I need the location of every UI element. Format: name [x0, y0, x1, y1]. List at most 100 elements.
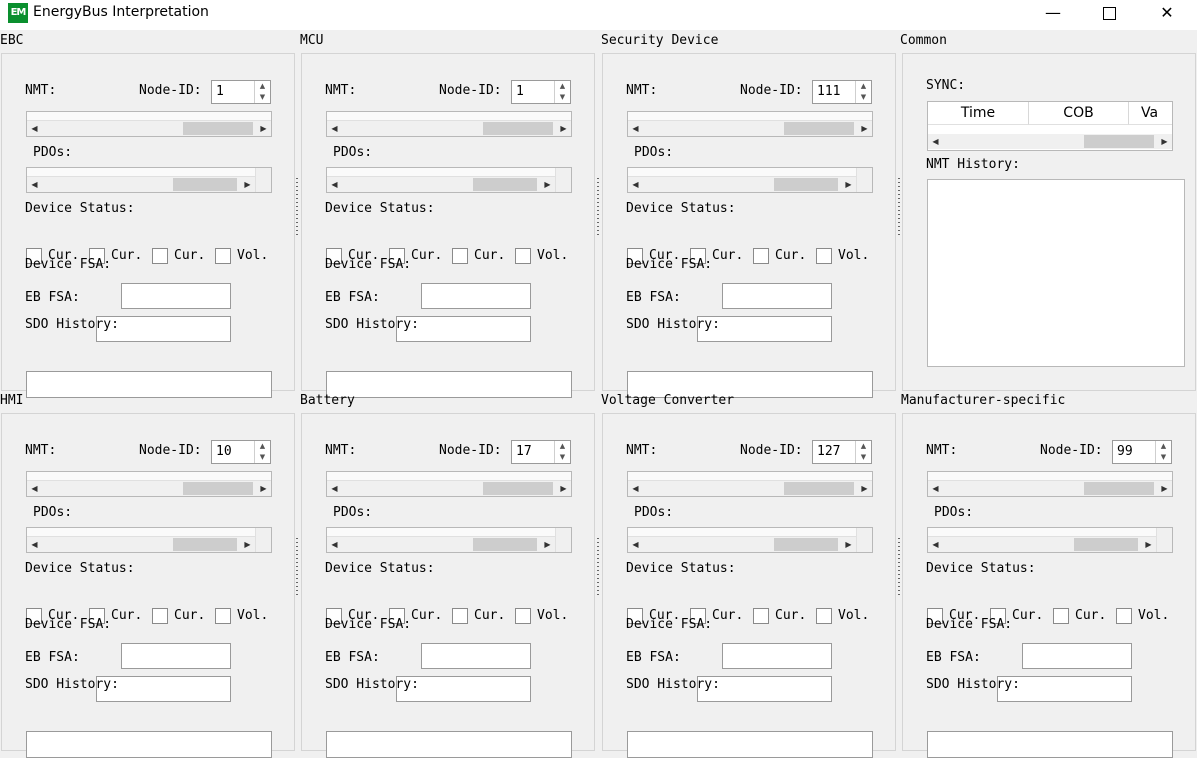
spin-down-icon[interactable]: ▼ — [856, 452, 871, 463]
scroll-right-icon[interactable]: ▶ — [256, 121, 271, 136]
node-id-value[interactable]: 17 — [516, 444, 532, 459]
node-id-spinbox[interactable]: 17 ▲ ▼ — [511, 440, 571, 464]
checkbox-current-3[interactable] — [753, 248, 769, 264]
sync-table[interactable]: Time COB Va ◀ ▶ — [927, 101, 1173, 151]
maximize-button[interactable] — [1086, 0, 1132, 28]
scroll-thumb[interactable] — [483, 122, 553, 135]
scroll-right-icon[interactable]: ▶ — [1157, 134, 1172, 149]
checkbox-current-3[interactable] — [753, 608, 769, 624]
node-id-spinbox[interactable]: 111 ▲ ▼ — [812, 80, 872, 104]
pdo-table[interactable]: ◀ ▶ — [326, 527, 572, 553]
checkbox-current-3[interactable] — [452, 248, 468, 264]
splitter-handle[interactable] — [597, 178, 599, 238]
sdo-history-list[interactable] — [927, 731, 1173, 758]
splitter-handle[interactable] — [898, 178, 900, 238]
pdo-table[interactable]: ◀ ▶ — [627, 527, 873, 553]
spin-up-icon[interactable]: ▲ — [255, 441, 270, 452]
node-id-value[interactable]: 99 — [1117, 444, 1133, 459]
scroll-right-icon[interactable]: ▶ — [556, 121, 571, 136]
spin-down-icon[interactable]: ▼ — [255, 452, 270, 463]
scroll-thumb[interactable] — [1074, 538, 1138, 551]
node-id-spinbox[interactable]: 10 ▲ ▼ — [211, 440, 271, 464]
scroll-left-icon[interactable]: ◀ — [27, 537, 42, 552]
sync-table-scrollbar[interactable]: ◀ ▶ — [928, 134, 1172, 149]
sdo-history-list[interactable] — [26, 731, 272, 758]
scroll-thumb[interactable] — [774, 178, 838, 191]
nmt-table[interactable]: ◀ ▶ — [326, 111, 572, 137]
pdo-table[interactable]: ◀ ▶ — [627, 167, 873, 193]
nmt-table[interactable]: ◀ ▶ — [627, 471, 873, 497]
checkbox-current-3[interactable] — [152, 248, 168, 264]
node-id-value[interactable]: 1 — [516, 84, 524, 99]
scroll-left-icon[interactable]: ◀ — [628, 481, 643, 496]
table-scrollbar[interactable]: ◀ ▶ — [27, 177, 255, 192]
minimize-button[interactable]: — — [1030, 0, 1076, 28]
table-scrollbar[interactable]: ◀ ▶ — [327, 537, 555, 552]
scroll-thumb[interactable] — [774, 538, 838, 551]
scroll-right-icon[interactable]: ▶ — [841, 537, 856, 552]
table-scrollbar[interactable]: ◀ ▶ — [27, 481, 271, 496]
checkbox-current-3[interactable] — [452, 608, 468, 624]
nmt-history-list[interactable] — [927, 179, 1185, 367]
scroll-left-icon[interactable]: ◀ — [628, 177, 643, 192]
scroll-thumb[interactable] — [483, 482, 553, 495]
checkbox-voltage[interactable] — [816, 248, 832, 264]
nmt-table[interactable]: ◀ ▶ — [927, 471, 1173, 497]
spin-up-icon[interactable]: ▲ — [255, 81, 270, 92]
scroll-thumb[interactable] — [1084, 482, 1154, 495]
scroll-left-icon[interactable]: ◀ — [27, 121, 42, 136]
spin-up-icon[interactable]: ▲ — [555, 441, 570, 452]
nmt-table[interactable]: ◀ ▶ — [26, 111, 272, 137]
node-id-value[interactable]: 111 — [817, 84, 840, 99]
scroll-thumb[interactable] — [173, 538, 237, 551]
node-id-value[interactable]: 1 — [216, 84, 224, 99]
scroll-thumb[interactable] — [473, 538, 537, 551]
spin-down-icon[interactable]: ▼ — [255, 92, 270, 103]
scroll-thumb[interactable] — [173, 178, 237, 191]
node-id-spinbox[interactable]: 1 ▲ ▼ — [511, 80, 571, 104]
scroll-thumb[interactable] — [473, 178, 537, 191]
pdo-table[interactable]: ◀ ▶ — [326, 167, 572, 193]
scroll-right-icon[interactable]: ▶ — [841, 177, 856, 192]
device-fsa-field[interactable] — [421, 283, 531, 309]
device-fsa-field[interactable] — [421, 643, 531, 669]
spin-down-icon[interactable]: ▼ — [555, 452, 570, 463]
splitter-handle[interactable] — [597, 538, 599, 598]
scroll-left-icon[interactable]: ◀ — [327, 121, 342, 136]
spin-down-icon[interactable]: ▼ — [1156, 452, 1171, 463]
scroll-left-icon[interactable]: ◀ — [327, 177, 342, 192]
scroll-left-icon[interactable]: ◀ — [27, 481, 42, 496]
scroll-thumb[interactable] — [183, 482, 253, 495]
nmt-table[interactable]: ◀ ▶ — [326, 471, 572, 497]
column-header-time[interactable]: Time — [928, 102, 1029, 125]
pdo-table[interactable]: ◀ ▶ — [26, 527, 272, 553]
scroll-right-icon[interactable]: ▶ — [240, 537, 255, 552]
scroll-left-icon[interactable]: ◀ — [928, 481, 943, 496]
device-fsa-field[interactable] — [1022, 643, 1132, 669]
column-header-cob[interactable]: COB — [1029, 102, 1129, 125]
checkbox-voltage[interactable] — [215, 248, 231, 264]
spin-up-icon[interactable]: ▲ — [555, 81, 570, 92]
table-scrollbar[interactable]: ◀ ▶ — [928, 481, 1172, 496]
scroll-thumb[interactable] — [183, 122, 253, 135]
table-scrollbar[interactable]: ◀ ▶ — [928, 537, 1156, 552]
device-fsa-field[interactable] — [121, 283, 231, 309]
sdo-history-list[interactable] — [627, 731, 873, 758]
scroll-left-icon[interactable]: ◀ — [27, 177, 42, 192]
device-fsa-field[interactable] — [722, 643, 832, 669]
table-scrollbar[interactable]: ◀ ▶ — [327, 121, 571, 136]
nmt-table[interactable]: ◀ ▶ — [26, 471, 272, 497]
checkbox-current-3[interactable] — [152, 608, 168, 624]
table-scrollbar[interactable]: ◀ ▶ — [27, 537, 255, 552]
checkbox-voltage[interactable] — [816, 608, 832, 624]
splitter-handle[interactable] — [898, 538, 900, 598]
scroll-left-icon[interactable]: ◀ — [327, 537, 342, 552]
table-scrollbar[interactable]: ◀ ▶ — [628, 177, 856, 192]
scroll-left-icon[interactable]: ◀ — [327, 481, 342, 496]
nmt-table[interactable]: ◀ ▶ — [627, 111, 873, 137]
scroll-left-icon[interactable]: ◀ — [628, 121, 643, 136]
node-id-value[interactable]: 127 — [817, 444, 840, 459]
scroll-right-icon[interactable]: ▶ — [857, 121, 872, 136]
splitter-handle[interactable] — [296, 538, 298, 598]
spin-up-icon[interactable]: ▲ — [1156, 441, 1171, 452]
